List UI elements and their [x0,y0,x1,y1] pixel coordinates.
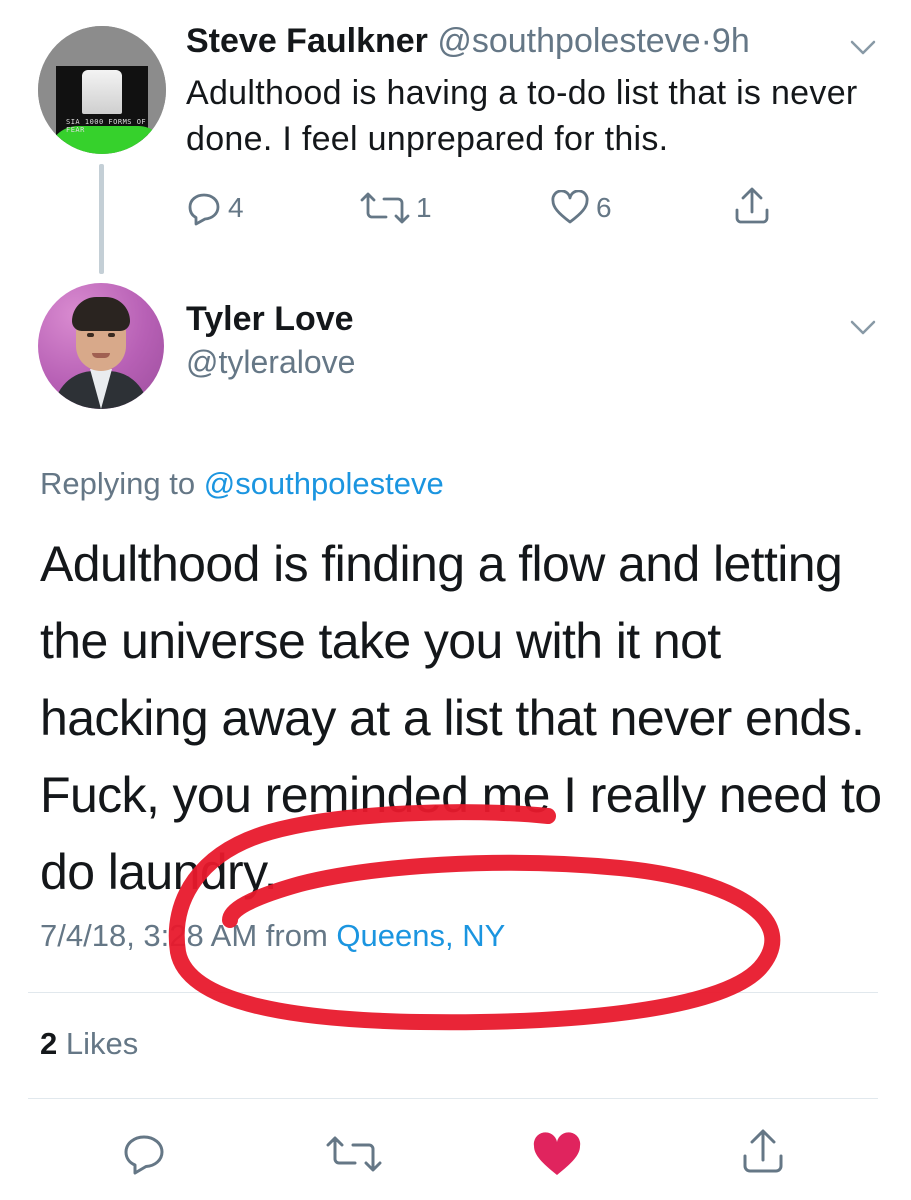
timestamp[interactable]: 7/4/18, 3:28 AM from [40,918,328,953]
chevron-down-icon[interactable] [850,40,876,56]
likes-label: Likes [65,1026,139,1061]
like-count: 6 [596,192,612,223]
separator-dot: · [700,22,712,60]
reply-icon [124,1135,164,1175]
share-button[interactable] [732,186,772,226]
chevron-down-icon[interactable] [850,320,876,336]
parent-tweet-text: Adulthood is having a to-do list that is… [186,74,858,158]
reply-button[interactable] [122,1132,166,1181]
reply-tweet-text: Adulthood is finding a flow and letting … [40,536,882,900]
like-icon [551,190,589,224]
reply-icon [188,193,220,226]
share-button[interactable] [740,1128,786,1181]
like-icon [533,1132,581,1175]
replying-label: Replying to [40,466,196,501]
share-icon [743,1129,783,1173]
share-icon [735,187,769,224]
likes-count: 2 [40,1026,58,1061]
replying-to: Replying to @southpolesteve [40,466,444,502]
location-link[interactable]: Queens, NY [336,918,505,953]
reply-button[interactable]: 4 [186,190,244,226]
reply-author-name[interactable]: Tyler Love [186,300,354,339]
avatar-album-text: SIA 1000 FORMS OF FEAR [66,118,147,134]
like-button[interactable]: 6 [550,190,612,226]
retweet-button[interactable] [326,1134,382,1179]
likes-summary[interactable]: 2 Likes [40,1026,138,1062]
time-ago[interactable]: 9h [712,22,750,60]
reply-count: 4 [228,192,244,223]
reply-author-handle[interactable]: @tyleralove [186,344,355,381]
retweet-count: 1 [416,192,432,223]
retweet-icon [326,1136,382,1172]
author-name[interactable]: Steve Faulkner [186,22,428,60]
divider [28,992,878,993]
parent-tweet-header: Steve Faulkner @southpolesteve·9h [186,22,750,61]
retweet-icon [360,192,410,224]
divider [28,1098,878,1099]
tweet-meta: 7/4/18, 3:28 AM from Queens, NY [40,918,505,954]
retweet-button[interactable]: 1 [360,190,432,226]
replying-to-link[interactable]: @southpolesteve [204,466,444,501]
avatar-steve[interactable]: SIA 1000 FORMS OF FEAR [38,26,166,154]
thread-line [99,164,104,274]
like-button-active[interactable] [532,1132,582,1183]
avatar-tyler[interactable] [38,283,164,409]
author-handle[interactable]: @southpolesteve [437,22,700,60]
